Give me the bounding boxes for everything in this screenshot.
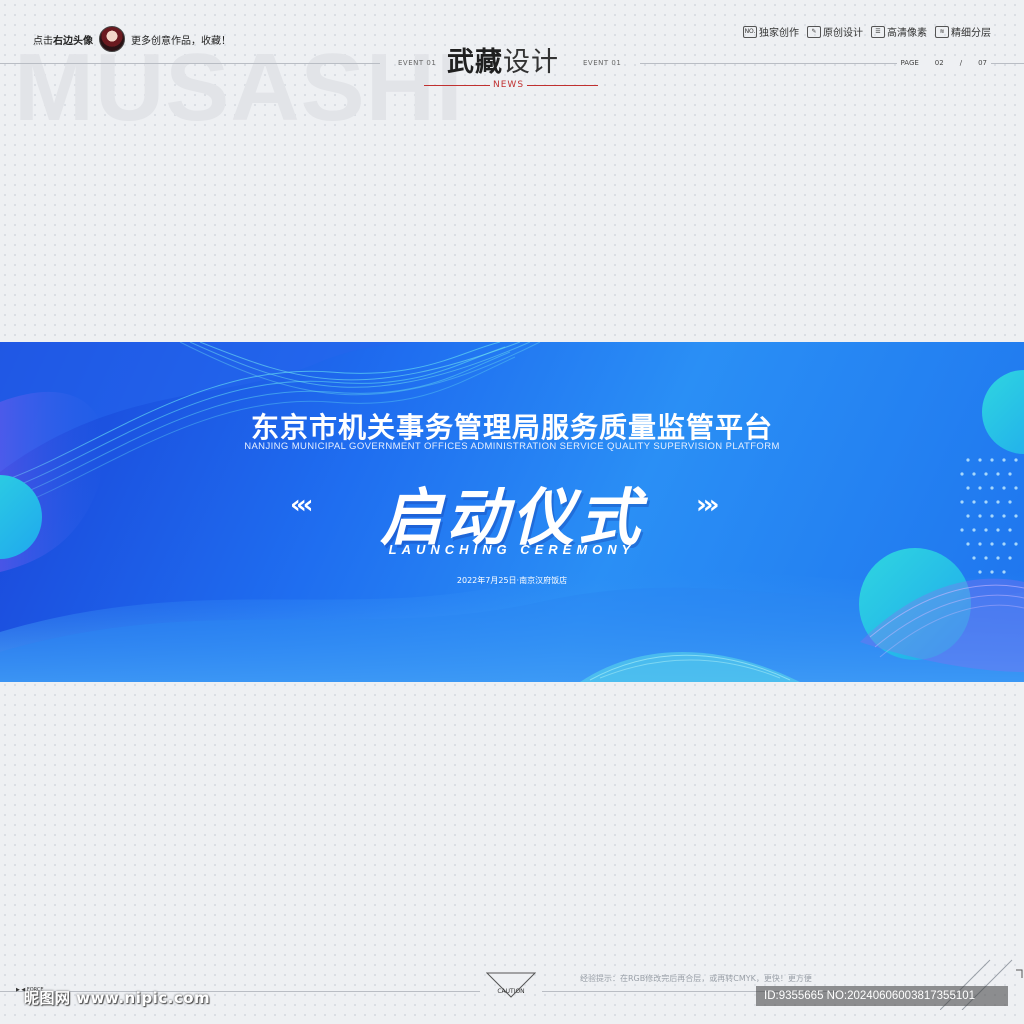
page-total: 07 xyxy=(978,59,987,67)
nipic-watermark: 昵图网 www.nipic.com xyxy=(24,989,211,1007)
prompt-post: 更多创意作品，收藏！ xyxy=(131,35,231,47)
feature-tag-label: 高清像素 xyxy=(887,28,927,39)
event-label-left: EVENT 01 xyxy=(398,59,437,67)
page-label: PAGE xyxy=(900,59,919,67)
feature-tags: NO. 独家创作 ✎ 原创设计 ☰ 高清像素 ≋ 精细分层 xyxy=(743,24,991,39)
feature-tag: NO. 独家创作 xyxy=(743,24,799,39)
feature-tag-label: 精细分层 xyxy=(951,28,991,39)
prompt-bold: 右边头像 xyxy=(53,35,93,47)
tip-text: 经验提示：在RGB修改完后再合层，或再转CMYK，更快！更方便 xyxy=(580,974,812,983)
chevron-right-icon: ›» xyxy=(696,490,719,520)
banner-title-cn: 东京市机关事务管理局服务质量监管平台 xyxy=(250,411,773,444)
banner-title-en: NANJING MUNICIPAL GOVERNMENT OFFICES ADM… xyxy=(244,441,780,452)
caution-label: CAUTION xyxy=(497,988,525,995)
header-divider-left xyxy=(0,63,380,64)
page-indicator: PAGE 02 / 07 xyxy=(896,59,991,67)
page-current: 02 xyxy=(934,59,944,67)
brand-bold: 武藏 xyxy=(447,47,503,78)
event-label-right: EVENT 01 xyxy=(583,59,622,67)
image-id-bar: ID:9355665 NO:20240606003817355101 xyxy=(756,986,1008,1006)
list-icon: ☰ xyxy=(871,25,885,38)
edit-icon: ✎ xyxy=(807,25,821,38)
feature-tag: ✎ 原创设计 xyxy=(807,24,863,39)
feature-tag-label: 独家创作 xyxy=(759,28,799,39)
brand-logo: 武藏设计 xyxy=(447,40,559,79)
event-date-venue: 2022年7月25日·南京汉府饭店 xyxy=(456,576,568,585)
launch-banner: 东京市机关事务管理局服务质量监管平台 NANJING MUNICIPAL GOV… xyxy=(0,342,1024,682)
prompt-pre: 点击 xyxy=(33,35,53,47)
author-prompt: 点击 右边头像 更多创意作品，收藏！ xyxy=(33,26,231,52)
layers-icon: ≋ xyxy=(935,25,949,38)
ceremony-title-en: LAUNCHING CEREMONY xyxy=(388,542,636,557)
news-label: NEWS xyxy=(490,80,528,90)
feature-tag-label: 原创设计 xyxy=(823,28,863,39)
brand-light: 设计 xyxy=(503,47,559,78)
author-avatar[interactable] xyxy=(99,26,125,52)
no-icon: NO. xyxy=(743,25,757,38)
feature-tag: ☰ 高清像素 xyxy=(871,24,927,39)
musashi-watermark-text: MUSASHI xyxy=(14,34,464,141)
feature-tag: ≋ 精细分层 xyxy=(935,24,991,39)
page-separator: / xyxy=(959,59,963,67)
